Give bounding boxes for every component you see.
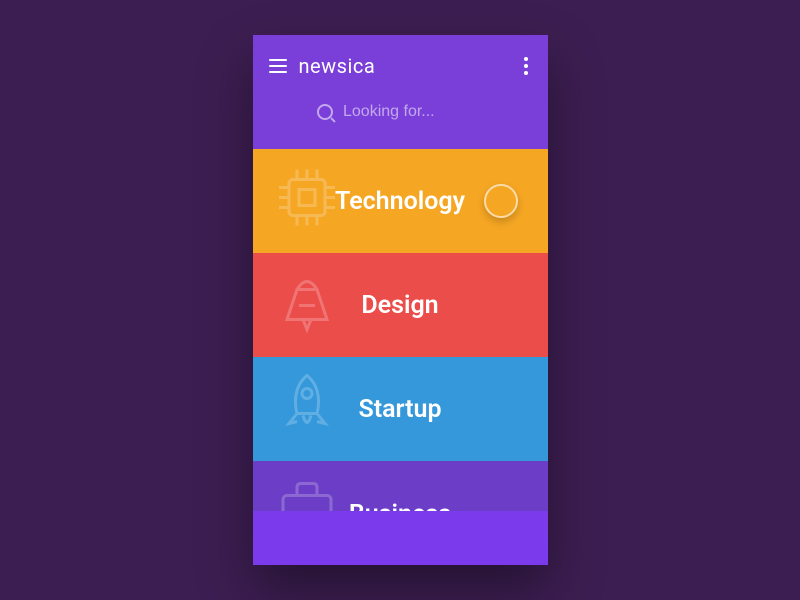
header-left: newsica: [269, 54, 376, 78]
more-options-icon[interactable]: [520, 53, 532, 79]
radio-circle-icon[interactable]: [484, 184, 518, 218]
rocket-icon: [267, 366, 347, 453]
category-list: Technology Design: [253, 149, 548, 511]
category-label: Startup: [358, 395, 441, 424]
category-business[interactable]: Business: [253, 461, 548, 511]
briefcase-icon: [267, 468, 347, 512]
category-label: Design: [361, 291, 438, 320]
app-title: newsica: [299, 54, 376, 78]
category-startup[interactable]: Startup: [253, 357, 548, 461]
pencil-icon: [267, 262, 347, 349]
app-screen: newsica Technology: [253, 35, 548, 565]
category-label: Technology: [335, 187, 465, 216]
search-bar[interactable]: [253, 83, 548, 149]
search-icon: [317, 104, 333, 120]
hamburger-menu-icon[interactable]: [269, 59, 287, 73]
category-technology[interactable]: Technology: [253, 149, 548, 253]
category-label: Business: [349, 500, 451, 511]
search-input[interactable]: [343, 103, 483, 121]
chip-icon: [267, 158, 347, 245]
app-header: newsica: [253, 35, 548, 83]
category-design[interactable]: Design: [253, 253, 548, 357]
